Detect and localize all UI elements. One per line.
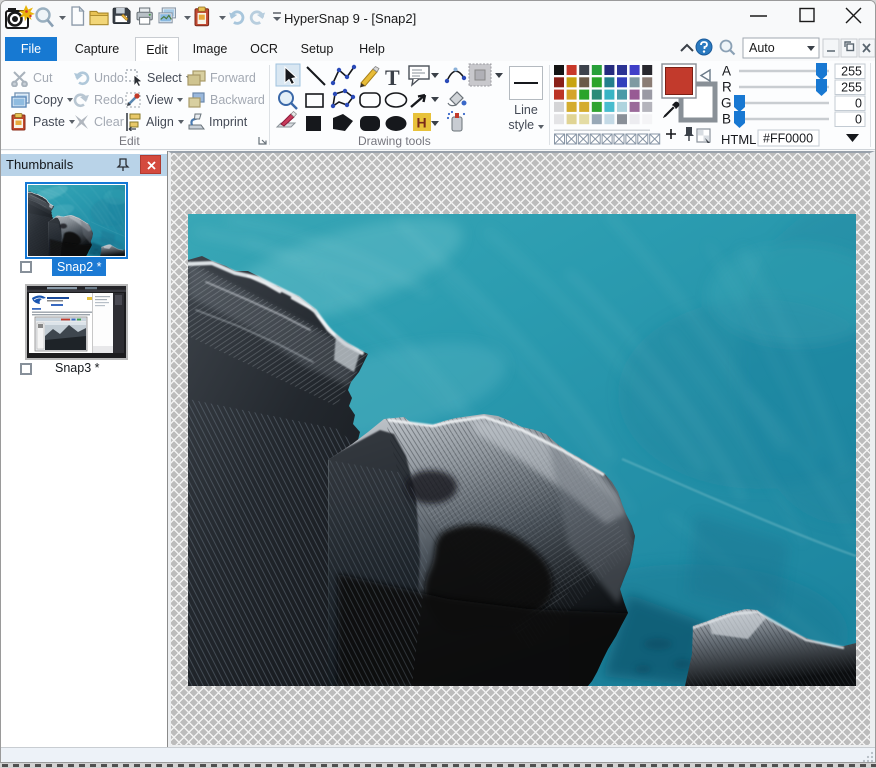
svg-text:T: T [385,65,400,90]
svg-text:255: 255 [841,81,862,95]
svg-text:G: G [721,96,732,111]
svg-text:0: 0 [855,97,862,111]
svg-text:H: H [417,115,427,131]
svg-text:Auto: Auto [749,41,775,55]
svg-text:A: A [722,64,731,79]
svg-text:R: R [722,80,732,95]
svg-text:HTML:: HTML: [721,132,760,147]
svg-text:255: 255 [841,65,862,79]
svg-text:0: 0 [855,113,862,127]
svg-text:B: B [722,112,731,127]
svg-text:#FF0000: #FF0000 [763,132,813,146]
